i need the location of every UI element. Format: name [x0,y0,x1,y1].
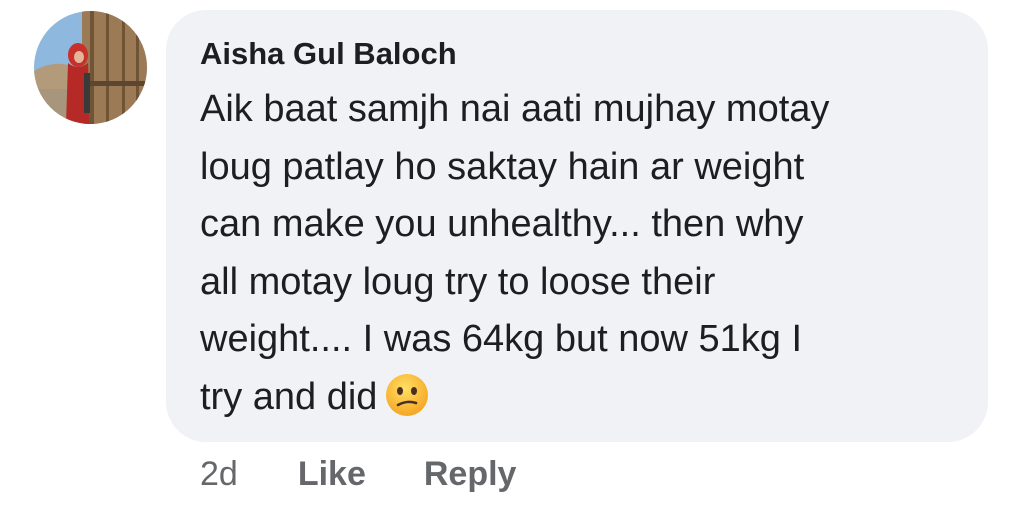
comment-text: Aik baat samjh nai aati mujhay motay lou… [200,81,980,426]
avatar[interactable] [34,11,147,124]
comment-text-last-line: try and did [200,369,980,427]
comment-bubble: Aisha Gul Baloch Aik baat samjh nai aati… [166,10,988,442]
comment-text-line: weight.... I was 64kg but now 51kg I [200,318,803,360]
comment-text-line: Aik baat samjh nai aati mujhay motay [200,88,830,130]
comment-text-line: loug patlay ho saktay hain ar weight [200,145,805,188]
reply-button[interactable]: Reply [424,455,517,494]
comment-text-line: try and did [200,375,378,418]
comment-text-line: can make you unhealthy... then why [200,203,804,245]
comment-author[interactable]: Aisha Gul Baloch [200,34,958,74]
confused-face-emoji-icon [385,373,429,417]
avatar-photo [34,11,147,124]
comment-text-line: all motay loug try to loose their [200,260,716,303]
comment: Aisha Gul Baloch Aik baat samjh nai aati… [0,0,1024,507]
like-button[interactable]: Like [298,455,366,494]
comment-timestamp[interactable]: 2d [200,455,238,494]
comment-actions: 2d Like Reply [200,452,516,496]
